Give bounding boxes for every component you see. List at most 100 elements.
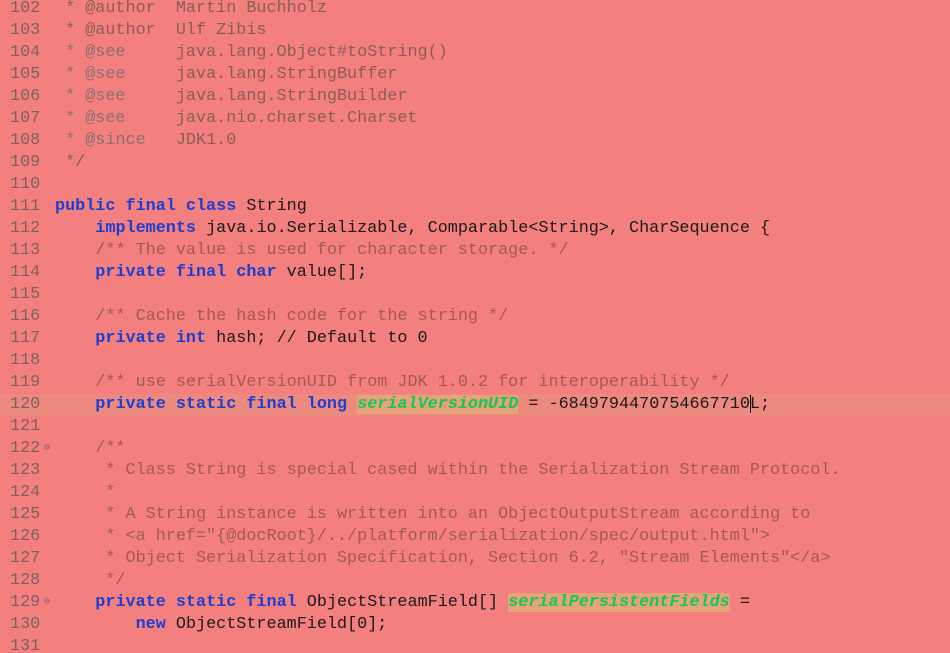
code-line: 109 */ — [0, 152, 950, 174]
line-number: 113 — [10, 241, 41, 260]
code-text: value[]; — [276, 263, 368, 282]
code-line: 119 /** use serialVersionUID from JDK 1.… — [0, 372, 950, 394]
comment: * — [55, 483, 116, 502]
javadoc-text: * @author Martin Buchholz — [55, 0, 327, 18]
code-line: 104 * @see java.lang.Object#toString() — [0, 42, 950, 64]
code-editor[interactable]: 102 * @author Martin Buchholz 103 * @aut… — [0, 0, 950, 653]
code-text: = -6849794470754667710 — [518, 395, 750, 414]
code-line: 107 * @see java.nio.charset.Charset — [0, 108, 950, 130]
keyword: new — [135, 615, 166, 634]
line-number: 102 — [10, 0, 41, 18]
line-number: 105 — [10, 65, 41, 84]
code-line: 103 * @author Ulf Zibis — [0, 20, 950, 42]
line-number: 124 — [10, 483, 41, 502]
code-line: 118 — [0, 350, 950, 372]
code-line: 123 * Class String is special cased with… — [0, 460, 950, 482]
fold-collapse-icon[interactable]: ⊖ — [44, 438, 50, 460]
code-line: 128 */ — [0, 570, 950, 592]
current-line[interactable]: 120 private static final long serialVers… — [0, 394, 950, 416]
javadoc-tag: * @see — [55, 65, 126, 84]
code-line: 122 ⊖ /** — [0, 438, 950, 460]
line-number: 128 — [10, 571, 41, 590]
line-number: 130 — [10, 615, 41, 634]
line-number: 131 — [10, 637, 41, 653]
line-number: 112 — [10, 219, 41, 238]
fold-collapse-icon[interactable]: ⊖ — [44, 592, 50, 614]
code-line: 111 public final class String — [0, 196, 950, 218]
line-number: 123 — [10, 461, 41, 480]
line-number: 117 — [10, 329, 41, 348]
line-number: 129 — [10, 593, 41, 612]
javadoc-tag: * @see — [55, 43, 126, 62]
keyword: implements — [95, 219, 197, 238]
code-text: hash; // Default to 0 — [206, 329, 428, 348]
field-name: serialVersionUID — [357, 395, 519, 414]
code-line: 130 new ObjectStreamField[0]; — [0, 614, 950, 636]
comment: * Object Serialization Specification, Se… — [55, 549, 831, 568]
line-number: 114 — [10, 263, 41, 282]
comment: * <a href="{@docRoot}/../platform/serial… — [55, 527, 770, 546]
line-number: 121 — [10, 417, 41, 436]
line-number: 118 — [10, 351, 41, 370]
javadoc-text: java.nio.charset.Charset — [125, 109, 418, 128]
keyword: private int — [95, 329, 207, 348]
line-number: 126 — [10, 527, 41, 546]
line-number: 103 — [10, 21, 41, 40]
line-number: 104 — [10, 43, 41, 62]
code-line: 114 private final char value[]; — [0, 262, 950, 284]
keyword: private static final — [95, 593, 297, 612]
class-name: String — [236, 197, 307, 216]
code-line: 124 * — [0, 482, 950, 504]
line-number: 110 — [10, 175, 41, 194]
javadoc-text: java.lang.Object#toString() — [125, 43, 448, 62]
code-line: 106 * @see java.lang.StringBuilder — [0, 86, 950, 108]
comment: /** The value is used for character stor… — [95, 241, 569, 260]
code-line: 129 ⊖ private static final ObjectStreamFi… — [0, 592, 950, 614]
line-number: 111 — [10, 197, 41, 216]
code-line: 112 implements java.io.Serializable, Com… — [0, 218, 950, 240]
code-line: 108 * @since JDK1.0 — [0, 130, 950, 152]
code-line: 116 /** Cache the hash code for the stri… — [0, 306, 950, 328]
javadoc-text: * @author Ulf Zibis — [55, 21, 267, 40]
line-number: 122 — [10, 439, 41, 458]
javadoc-text: */ — [55, 153, 86, 172]
line-number: 120 — [10, 395, 41, 414]
code-line: 110 — [0, 174, 950, 196]
code-text: java.io.Serializable, Comparable<String>… — [196, 219, 771, 238]
code-line: 117 private int hash; // Default to 0 — [0, 328, 950, 350]
code-line: 102 * @author Martin Buchholz — [0, 0, 950, 20]
code-line: 131 — [0, 636, 950, 653]
comment: * A String instance is written into an O… — [55, 505, 811, 524]
javadoc-tag: * @see — [55, 87, 126, 106]
comment: /** Cache the hash code for the string *… — [95, 307, 509, 326]
code-text: L; — [749, 395, 771, 414]
javadoc-text: JDK1.0 — [145, 131, 237, 150]
keyword: private static final long — [95, 395, 348, 414]
code-text: ObjectStreamField[0]; — [165, 615, 388, 634]
code-line: 113 /** The value is used for character … — [0, 240, 950, 262]
line-number: 106 — [10, 87, 41, 106]
line-number: 116 — [10, 307, 41, 326]
comment: */ — [55, 571, 126, 590]
line-number: 125 — [10, 505, 41, 524]
comment: /** use serialVersionUID from JDK 1.0.2 … — [95, 373, 730, 392]
code-line: 125 * A String instance is written into … — [0, 504, 950, 526]
keyword: public final class — [55, 197, 237, 216]
code-text: ObjectStreamField[] — [296, 593, 509, 612]
line-number: 115 — [10, 285, 41, 304]
comment: /** — [55, 439, 126, 458]
code-line: 105 * @see java.lang.StringBuffer — [0, 64, 950, 86]
javadoc-text: java.lang.StringBuilder — [125, 87, 408, 106]
javadoc-text: java.lang.StringBuffer — [125, 65, 398, 84]
keyword: private final char — [95, 263, 277, 282]
line-number: 108 — [10, 131, 41, 150]
field-name: serialPersistentFields — [508, 593, 730, 612]
